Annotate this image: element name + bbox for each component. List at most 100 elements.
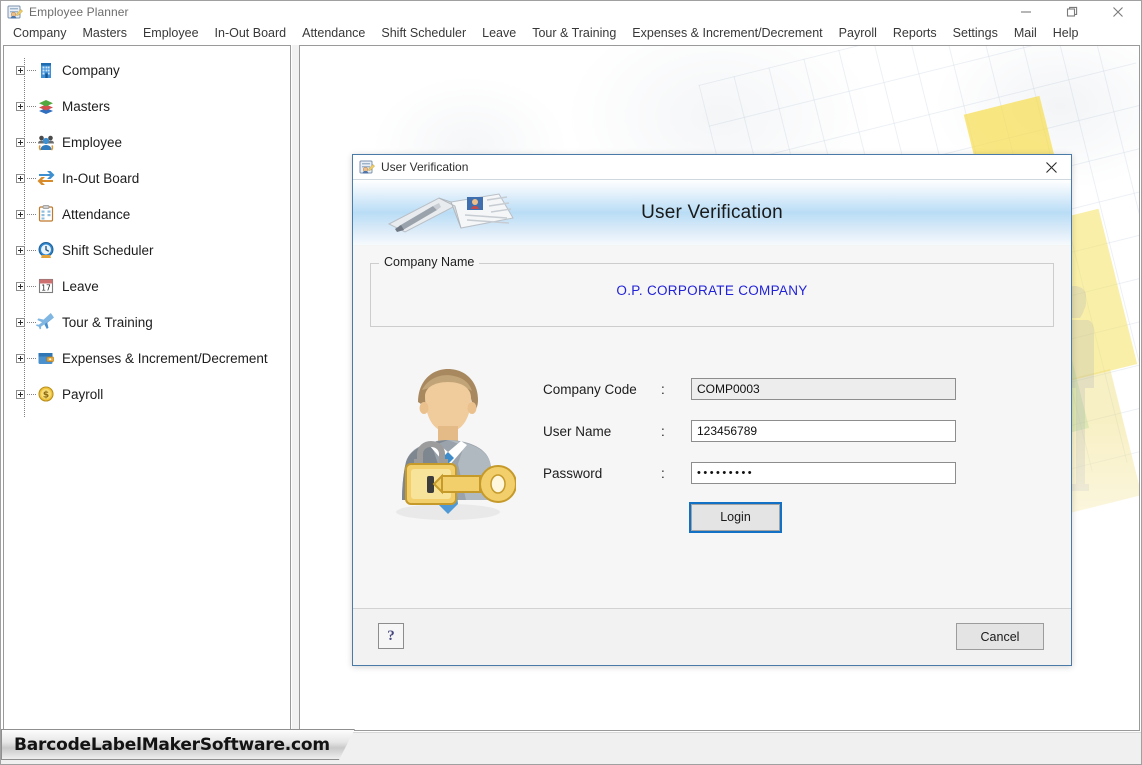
company-code-input[interactable]	[691, 378, 956, 400]
tree-dash-icon	[27, 177, 36, 179]
tree-dash-icon	[27, 357, 36, 359]
menu-help[interactable]: Help	[1045, 24, 1087, 42]
tree-item-label: Company	[62, 62, 120, 78]
menubar: Company Masters Employee In-Out Board At…	[1, 23, 1141, 44]
tree-item-label: Masters	[62, 98, 111, 114]
tree-item-label: Shift Scheduler	[62, 242, 154, 258]
tree-item-in-out-board[interactable]: In-Out Board	[4, 160, 290, 196]
expand-plus-icon[interactable]	[16, 389, 25, 399]
tree-item-expenses[interactable]: Expenses & Increment/Decrement	[4, 340, 290, 376]
password-separator: :	[661, 465, 665, 481]
expand-plus-icon[interactable]	[16, 173, 25, 183]
tree-dash-icon	[27, 393, 36, 395]
close-button[interactable]	[1095, 1, 1141, 23]
expand-plus-icon[interactable]	[16, 65, 25, 75]
tree-dash-icon	[27, 285, 36, 287]
user-verification-dialog: User Verification User Verification Comp…	[352, 154, 1072, 666]
company-name-legend: Company Name	[379, 255, 480, 269]
employee-planner-icon	[7, 4, 23, 20]
login-form: Company Code : User Name : Password : Lo…	[543, 368, 956, 540]
tree-item-label: Tour & Training	[62, 314, 153, 330]
airplane-icon	[36, 312, 56, 332]
cancel-button[interactable]: Cancel	[956, 623, 1044, 650]
open-book-pen-icon	[381, 188, 521, 240]
watermark-banner: BarcodeLabelMakerSoftware.com	[1, 729, 355, 760]
tree-item-attendance[interactable]: Attendance	[4, 196, 290, 232]
login-button[interactable]: Login	[689, 501, 782, 533]
password-label: Password	[543, 465, 603, 481]
tree-item-shift-scheduler[interactable]: Shift Scheduler	[4, 232, 290, 268]
minimize-button[interactable]	[1003, 1, 1049, 23]
dialog-titlebar: User Verification	[353, 155, 1071, 179]
tree-item-label: Employee	[62, 134, 123, 150]
tree-item-label: Attendance	[62, 206, 131, 222]
company-name-value: O.P. CORPORATE COMPANY	[616, 283, 808, 298]
clock-icon	[36, 240, 56, 260]
menu-settings[interactable]: Settings	[945, 24, 1006, 42]
menu-employee[interactable]: Employee	[135, 24, 207, 42]
user-name-label: User Name	[543, 423, 612, 439]
wallet-icon	[36, 348, 56, 368]
company-code-label: Company Code	[543, 381, 637, 397]
menu-payroll[interactable]: Payroll	[831, 24, 885, 42]
form-row-user-name: User Name :	[543, 410, 956, 452]
menu-expenses[interactable]: Expenses & Increment/Decrement	[624, 24, 830, 42]
menu-company[interactable]: Company	[5, 24, 75, 42]
menu-in-out-board[interactable]: In-Out Board	[207, 24, 295, 42]
tree-item-leave[interactable]: 17 Leave	[4, 268, 290, 304]
user-lock-key-icon	[380, 354, 517, 524]
dialog-close-button[interactable]	[1031, 155, 1071, 179]
tree-dash-icon	[27, 105, 36, 107]
tree-dash-icon	[27, 321, 36, 323]
form-row-password: Password :	[543, 452, 956, 494]
tree-item-tour-training[interactable]: Tour & Training	[4, 304, 290, 340]
tree-item-employee[interactable]: Employee	[4, 124, 290, 160]
menu-attendance[interactable]: Attendance	[294, 24, 373, 42]
window-titlebar: Employee Planner	[1, 1, 1141, 23]
expand-plus-icon[interactable]	[16, 101, 25, 111]
dialog-footer: ? Cancel	[353, 608, 1071, 665]
svg-text:$: $	[43, 391, 49, 401]
form-row-company-code: Company Code :	[543, 368, 956, 410]
menu-mail[interactable]: Mail	[1006, 24, 1045, 42]
expand-plus-icon[interactable]	[16, 317, 25, 327]
help-button[interactable]: ?	[378, 623, 404, 649]
expand-plus-icon[interactable]	[16, 137, 25, 147]
login-button-row: Login	[543, 494, 956, 540]
tree-item-label: Expenses & Increment/Decrement	[62, 350, 268, 366]
in-out-arrows-icon	[36, 168, 56, 188]
tree-item-masters[interactable]: Masters	[4, 88, 290, 124]
menu-leave[interactable]: Leave	[474, 24, 524, 42]
tree-item-label: Payroll	[62, 386, 104, 402]
tree-dash-icon	[27, 141, 36, 143]
company-code-separator: :	[661, 381, 665, 397]
dialog-banner-title: User Verification	[641, 201, 783, 223]
tree-item-payroll[interactable]: $ Payroll	[4, 376, 290, 412]
maximize-button[interactable]	[1049, 1, 1095, 23]
tree-item-company[interactable]: Company	[4, 52, 290, 88]
dialog-banner: User Verification	[353, 179, 1071, 245]
menu-tour-training[interactable]: Tour & Training	[524, 24, 624, 42]
expand-plus-icon[interactable]	[16, 209, 25, 219]
tree-dash-icon	[27, 69, 36, 71]
tree-dash-icon	[27, 213, 36, 215]
menu-shift-scheduler[interactable]: Shift Scheduler	[373, 24, 474, 42]
panel-splitter[interactable]	[292, 45, 299, 731]
window-title: Employee Planner	[29, 5, 129, 19]
menu-reports[interactable]: Reports	[885, 24, 945, 42]
user-name-input[interactable]	[691, 420, 956, 442]
application-window: Employee Planner Company Masters Employe…	[0, 0, 1142, 765]
expand-plus-icon[interactable]	[16, 281, 25, 291]
expand-plus-icon[interactable]	[16, 353, 25, 363]
clipboard-icon	[36, 204, 56, 224]
expand-plus-icon[interactable]	[16, 245, 25, 255]
svg-text:17: 17	[41, 283, 51, 292]
building-icon	[36, 60, 56, 80]
menu-masters[interactable]: Masters	[75, 24, 135, 42]
user-verification-icon	[359, 159, 375, 175]
tree-item-label: In-Out Board	[62, 170, 140, 186]
people-icon	[36, 132, 56, 152]
dollar-coin-icon: $	[36, 384, 56, 404]
user-name-separator: :	[661, 423, 665, 439]
password-input[interactable]	[691, 462, 956, 484]
